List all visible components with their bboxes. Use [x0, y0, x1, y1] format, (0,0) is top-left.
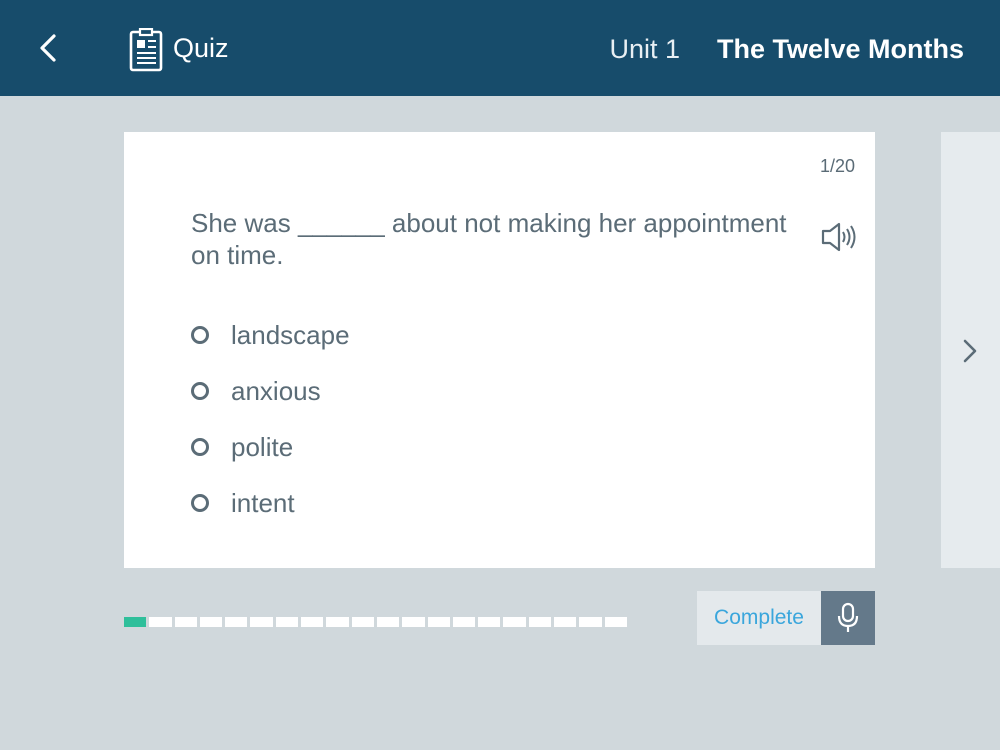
progress-segment — [427, 617, 450, 627]
unit-label: Unit 1 — [609, 34, 680, 64]
progress-segment — [301, 617, 324, 627]
progress-segment — [376, 617, 400, 627]
progress-bar — [124, 617, 627, 627]
option-label: intent — [231, 487, 295, 518]
question-counter: 1/20 — [819, 156, 855, 176]
radio-button[interactable] — [191, 382, 209, 400]
chevron-right-icon — [963, 339, 977, 363]
progress-segment — [149, 617, 172, 627]
back-button[interactable] — [28, 28, 68, 68]
answer-option[interactable]: intent — [191, 475, 350, 531]
speaker-icon[interactable] — [820, 220, 858, 254]
progress-segment — [478, 617, 501, 627]
question-card: 1/20 She was ______ about not making her… — [124, 132, 875, 568]
option-label: anxious — [231, 375, 321, 406]
microphone-button[interactable] — [821, 591, 875, 645]
option-label: polite — [231, 431, 294, 462]
progress-segment — [199, 617, 223, 627]
chevron-left-icon — [40, 34, 56, 62]
progress-segment — [452, 617, 476, 627]
option-label: landscape — [231, 319, 350, 350]
progress-segment — [275, 617, 299, 627]
progress-segment — [351, 617, 374, 627]
next-question-button[interactable] — [941, 132, 1000, 568]
section-label: Quiz — [173, 33, 229, 63]
answer-options: landscape anxious polite intent — [191, 307, 350, 531]
progress-segment — [124, 617, 147, 627]
progress-segment — [402, 617, 425, 627]
progress-segment — [250, 617, 273, 627]
progress-segment — [174, 617, 197, 627]
progress-segment — [604, 617, 627, 627]
answer-option[interactable]: landscape — [191, 307, 350, 363]
complete-button[interactable]: Complete — [697, 591, 821, 645]
progress-segment — [579, 617, 602, 627]
top-bar: Quiz Unit 1 The Twelve Months — [0, 0, 1000, 96]
progress-segment — [225, 617, 248, 627]
progress-segment — [554, 617, 577, 627]
question-text: She was ______ about not making her appo… — [191, 208, 787, 270]
radio-button[interactable] — [191, 494, 209, 512]
radio-button[interactable] — [191, 438, 209, 456]
answer-option[interactable]: anxious — [191, 363, 350, 419]
page-title: The Twelve Months — [716, 34, 964, 64]
answer-option[interactable]: polite — [191, 419, 350, 475]
clipboard-icon — [129, 28, 163, 72]
progress-segment — [503, 617, 526, 627]
progress-segment — [326, 617, 349, 627]
progress-segment — [528, 617, 552, 627]
microphone-icon — [837, 602, 859, 632]
radio-button[interactable] — [191, 326, 209, 344]
